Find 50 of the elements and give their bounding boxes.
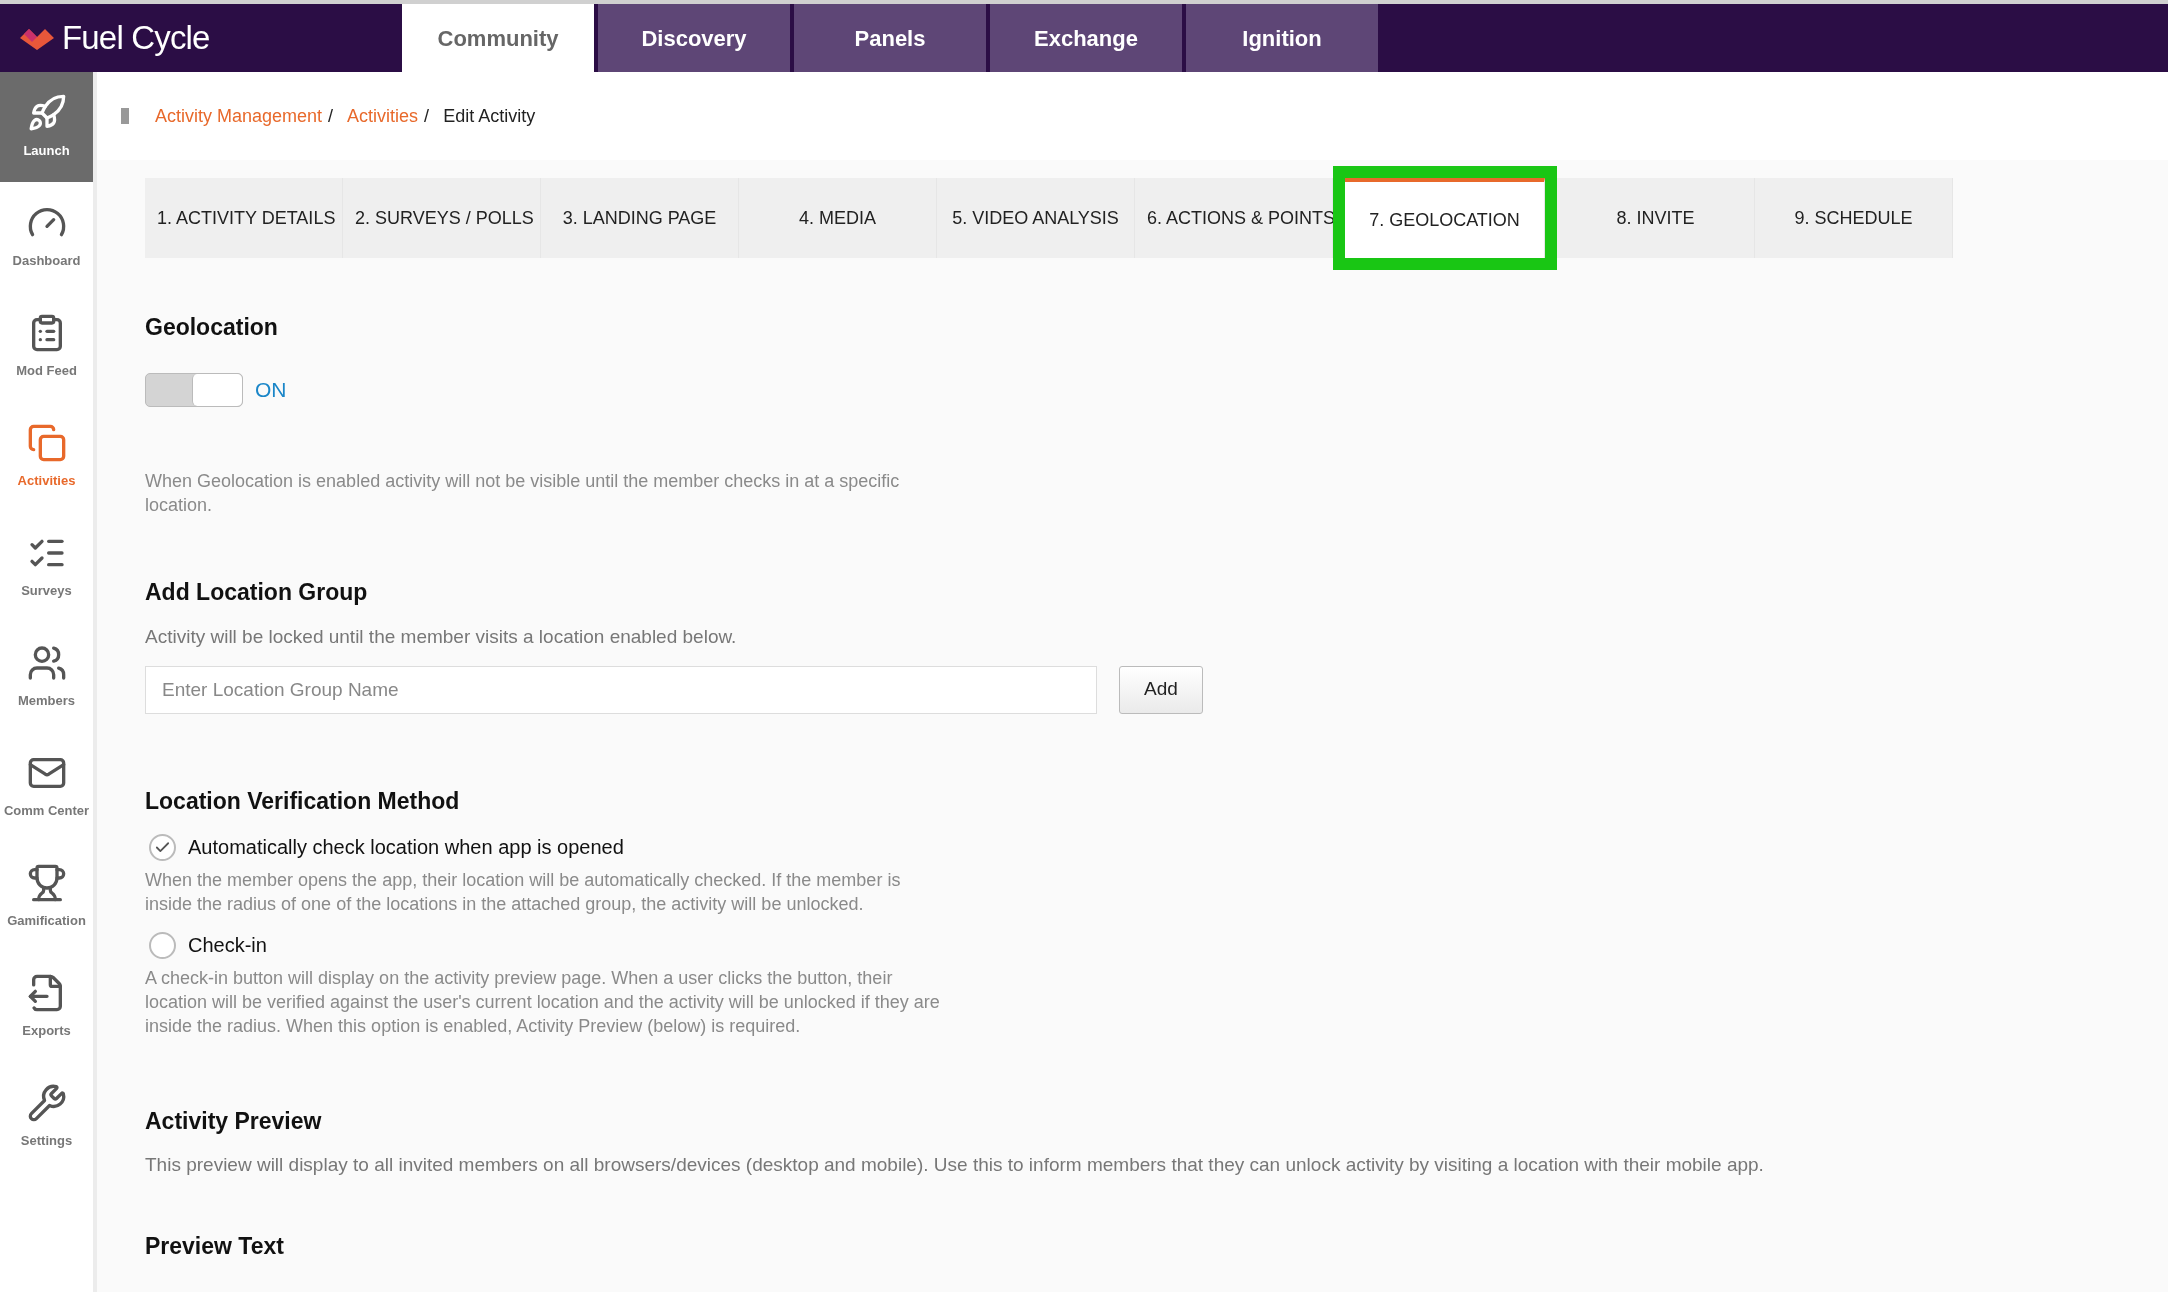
section-heading: Preview Text	[145, 1232, 285, 1261]
section-description: Activity will be locked until the member visits a location enabled below.	[145, 625, 738, 649]
option-label: Check-in	[188, 933, 267, 958]
trophy-icon	[26, 863, 67, 904]
sidebar-item[interactable]: Members	[0, 622, 93, 732]
nav-tab[interactable]: Community	[402, 4, 594, 72]
step-tab[interactable]: 3. LANDING PAGE	[541, 178, 739, 258]
nav-tab[interactable]: Exchange	[990, 4, 1182, 72]
nav-tab[interactable]: Ignition	[1186, 4, 1378, 72]
step-tab[interactable]: 6. ACTIONS & POINTS	[1135, 178, 1333, 258]
step-tab[interactable]: 1. ACTIVITY DETAILS	[145, 178, 343, 258]
sidebar-item[interactable]: Comm Center	[0, 732, 93, 842]
section-description: This preview will display to all invited members on all browsers/devices (desktop and mobile). Use this to inform members that they can unlock activity by visiting a location with their mobile app.	[145, 1152, 1765, 1177]
breadcrumb-marker	[121, 108, 129, 124]
section-heading: Activity Preview	[145, 1107, 323, 1136]
section-heading: Location Verification Method	[145, 786, 461, 816]
section-heading: Add Location Group	[145, 577, 369, 607]
location-group-field[interactable]: Enter Location Group Name	[145, 665, 1097, 714]
geolocation-note: When Geolocation is enabled activity will not be visible until the member checks in at a specific location.	[145, 469, 901, 517]
step-tab[interactable]: 7. GEOLOCATION	[1345, 178, 1545, 258]
brand-name: Fuel Cycle	[62, 18, 210, 59]
sidebar-item[interactable]: Exports	[0, 952, 93, 1062]
step-tab[interactable]: 4. MEDIA	[739, 178, 937, 258]
nav-tab[interactable]: Panels	[794, 4, 986, 72]
step-tab[interactable]: 5. VIDEO ANALYSIS	[937, 178, 1135, 258]
breadcrumb-separator: /	[424, 104, 430, 128]
step-tab[interactable]: 2. SURVEYS / POLLS	[343, 178, 541, 258]
toggle-label: ON	[255, 376, 287, 403]
logo-icon	[20, 26, 54, 50]
sidebar-item[interactable]: Gamification	[0, 842, 93, 952]
option-description: A check-in button will display on the activity preview page. When a user clicks the button, their location will be verified against the user's current location and the activity will be unlocked if they are inside the radius. When this option is enabled, Activity Preview (below) is required.	[145, 967, 941, 1038]
radio-button[interactable]	[149, 931, 176, 959]
section-heading: Geolocation	[145, 313, 279, 342]
breadcrumb-current: Edit Activity	[443, 104, 536, 128]
add-button[interactable]: Add	[1119, 665, 1203, 714]
sidebar-item[interactable]: Launch	[0, 72, 93, 182]
nav-tab[interactable]: Discovery	[598, 4, 790, 72]
sidebar-item[interactable]: Mod Feed	[0, 292, 93, 402]
step-tab[interactable]: 8. INVITE	[1557, 178, 1755, 258]
step-tab[interactable]: 9. SCHEDULE	[1755, 178, 1953, 258]
sidebar-item[interactable]: Settings	[0, 1062, 93, 1172]
option-description: When the member opens the app, their location will be automatically checked. If the member is inside the radius of one of the locations in the attached group, the activity will be unlocked.	[145, 869, 902, 916]
copy-icon	[26, 423, 67, 464]
radio-button[interactable]	[149, 833, 176, 861]
toggle-switch[interactable]	[145, 372, 243, 407]
tools-icon	[26, 1083, 67, 1124]
breadcrumb-separator: /	[328, 104, 334, 128]
sidebar-item[interactable]: Surveys	[0, 512, 93, 622]
sidebar-item[interactable]: Dashboard	[0, 182, 93, 292]
option-label: Automatically check location when app is opened	[188, 835, 624, 860]
